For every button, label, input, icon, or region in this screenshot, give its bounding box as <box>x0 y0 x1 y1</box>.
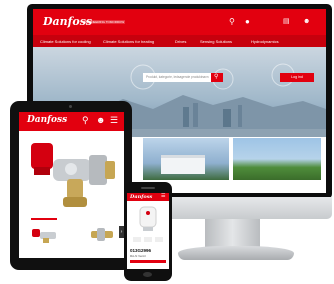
nav-item-cooling[interactable]: Climate Solutions for cooling <box>40 39 91 44</box>
logo-tagline: ENGINEERING TOMORROW <box>83 20 126 24</box>
search-icon: ⚲ <box>214 74 219 80</box>
search-button[interactable]: ⚲ <box>211 73 223 82</box>
user-icon[interactable]: ☻ <box>96 116 105 125</box>
tablet-header: Danfoss ⚲ ☻ ☰ <box>19 112 124 131</box>
menu-icon[interactable]: ☰ <box>161 194 165 199</box>
product-code: 013G2996 <box>130 248 152 253</box>
tile-field-image[interactable] <box>233 138 321 180</box>
product-image-valve <box>31 143 115 207</box>
phone-home-button <box>143 272 152 277</box>
search-input[interactable]: Produkt, kategorie, ledsagende produktna… <box>143 73 211 82</box>
cart-icon[interactable]: ▤ <box>283 18 290 25</box>
nav-item-drives[interactable]: Drives <box>175 39 186 44</box>
nav-item-heating[interactable]: Climate Solutions for heating <box>103 39 154 44</box>
phone-screen: Danfoss ☰ 013G2996 RA-N Ventil <box>127 193 169 269</box>
search-icon[interactable]: ⚲ <box>82 116 89 125</box>
globe-icon[interactable]: ● <box>245 18 250 26</box>
phone-action-bar[interactable] <box>130 260 166 263</box>
phone-speaker <box>141 187 155 189</box>
thumbnail-2[interactable] <box>89 226 117 244</box>
danfoss-logo[interactable]: Danfoss <box>27 115 67 125</box>
product-caption: RA-N Ventil <box>130 254 146 258</box>
tablet-camera <box>69 105 72 108</box>
monitor-stand-base <box>178 246 294 260</box>
nav-item-sensing[interactable]: Sensing Solutions <box>200 39 232 44</box>
thumbnail-divider <box>31 218 57 220</box>
desktop-nav: Climate Solutions for cooling Climate So… <box>33 35 326 47</box>
tablet-screen: Danfoss ⚲ ☻ ☰ › <box>19 112 124 258</box>
login-button[interactable]: Log ind <box>280 73 314 82</box>
user-icon[interactable]: ☻ <box>303 18 310 25</box>
phone-header: Danfoss ☰ <box>127 193 169 201</box>
danfoss-logo[interactable]: Danfoss <box>130 194 152 200</box>
tile-building-shape <box>161 155 205 174</box>
menu-icon[interactable]: ☰ <box>110 116 118 125</box>
nav-item-hydrodynamics[interactable]: Hydrodynamics <box>251 39 279 44</box>
monitor-stand-neck <box>205 219 260 249</box>
phone-thumb-row[interactable] <box>133 237 163 242</box>
desktop-header: Danfoss ENGINEERING TOMORROW ⚲ ● ▤ ☻ <box>33 9 326 35</box>
thumbnail-1[interactable] <box>31 226 59 244</box>
phone-product-image <box>139 206 157 231</box>
search-icon[interactable]: ⚲ <box>229 18 235 26</box>
